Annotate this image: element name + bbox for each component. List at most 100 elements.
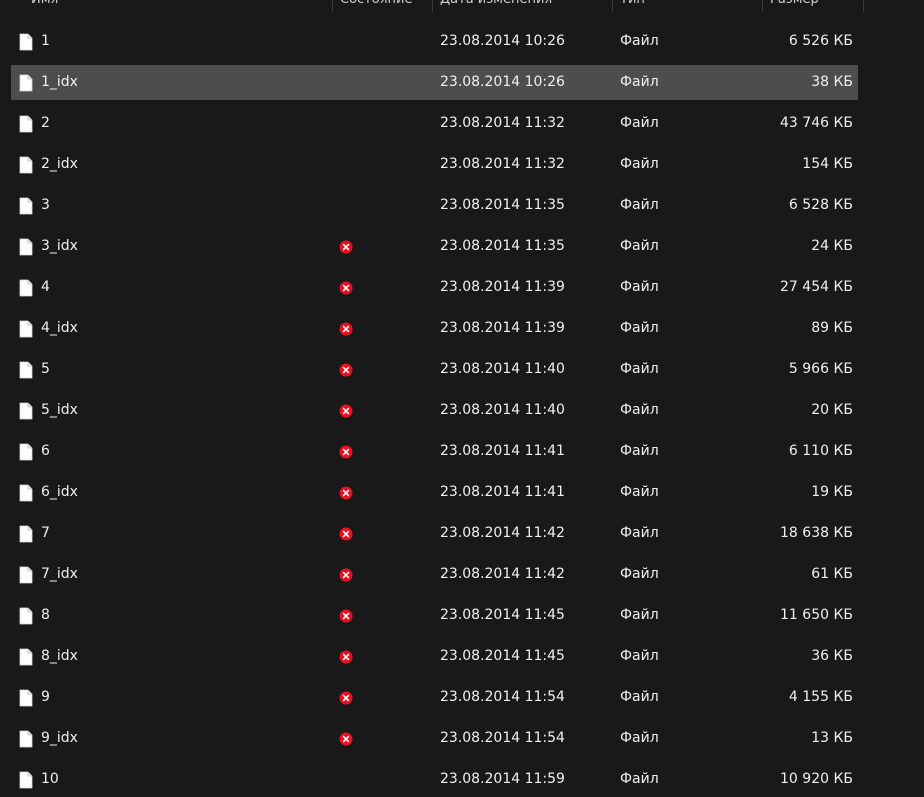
file-size: 61 КБ bbox=[811, 566, 853, 582]
file-name: 5 bbox=[41, 361, 50, 377]
file-size: 154 КБ bbox=[802, 156, 853, 172]
file-name: 7_idx bbox=[41, 566, 78, 582]
file-size: 43 746 КБ bbox=[780, 115, 853, 131]
file-type: Файл bbox=[620, 484, 659, 500]
file-name: 10 bbox=[41, 771, 59, 787]
file-size: 6 528 КБ bbox=[788, 197, 853, 213]
file-size: 11 650 КБ bbox=[780, 607, 853, 623]
file-name: 4 bbox=[41, 279, 50, 295]
file-date-modified: 23.08.2014 11:45 bbox=[440, 607, 565, 623]
file-name: 1 bbox=[41, 33, 50, 49]
file-date-modified: 23.08.2014 11:40 bbox=[440, 402, 565, 418]
file-explorer-window: Имя Состояние Дата изменения Тип Размер … bbox=[0, 0, 924, 797]
file-name: 3 bbox=[41, 197, 50, 213]
file-date-modified: 23.08.2014 11:32 bbox=[440, 156, 565, 172]
file-type: Файл bbox=[620, 607, 659, 623]
file-row[interactable]: 1 23.08.2014 10:26 Файл 6 526 КБ bbox=[11, 24, 858, 59]
file-size: 89 КБ bbox=[811, 320, 853, 336]
column-header-date[interactable]: Дата изменения bbox=[432, 0, 552, 12]
file-type: Файл bbox=[620, 361, 659, 377]
file-size: 4 155 КБ bbox=[788, 689, 853, 705]
file-size: 36 КБ bbox=[811, 648, 853, 664]
file-type: Файл bbox=[620, 771, 659, 787]
file-size: 6 110 КБ bbox=[788, 443, 853, 459]
file-name: 9_idx bbox=[41, 730, 78, 746]
file-name: 8 bbox=[41, 607, 50, 623]
file-date-modified: 23.08.2014 11:32 bbox=[440, 115, 565, 131]
file-name: 6 bbox=[41, 443, 50, 459]
file-date-modified: 23.08.2014 11:39 bbox=[440, 279, 565, 295]
file-date-modified: 23.08.2014 11:35 bbox=[440, 238, 565, 254]
file-row[interactable]: 2 23.08.2014 11:32 Файл 43 746 КБ bbox=[11, 106, 858, 141]
file-size: 5 966 КБ bbox=[788, 361, 853, 377]
file-type: Файл bbox=[620, 730, 659, 746]
file-type: Файл bbox=[620, 279, 659, 295]
file-row[interactable]: 6_idx 23.08.2014 11:41 Файл 19 КБ bbox=[11, 475, 858, 510]
file-name: 7 bbox=[41, 525, 50, 541]
file-date-modified: 23.08.2014 11:41 bbox=[440, 484, 565, 500]
column-header-type[interactable]: Тип bbox=[612, 0, 645, 12]
file-type: Файл bbox=[620, 402, 659, 418]
file-date-modified: 23.08.2014 11:45 bbox=[440, 648, 565, 664]
file-size: 18 638 КБ bbox=[780, 525, 853, 541]
file-size: 24 КБ bbox=[811, 238, 853, 254]
file-date-modified: 23.08.2014 11:54 bbox=[440, 730, 565, 746]
file-type: Файл bbox=[620, 238, 659, 254]
file-date-modified: 23.08.2014 11:41 bbox=[440, 443, 565, 459]
file-row[interactable]: 5_idx 23.08.2014 11:40 Файл 20 КБ bbox=[11, 393, 858, 428]
file-date-modified: 23.08.2014 11:59 bbox=[440, 771, 565, 787]
file-type: Файл bbox=[620, 197, 659, 213]
column-header-status[interactable]: Состояние bbox=[332, 0, 412, 12]
file-date-modified: 23.08.2014 10:26 bbox=[440, 33, 565, 49]
file-type: Файл bbox=[620, 33, 659, 49]
file-name: 2_idx bbox=[41, 156, 78, 172]
file-name: 8_idx bbox=[41, 648, 78, 664]
file-size: 27 454 КБ bbox=[780, 279, 853, 295]
file-row[interactable]: 3 23.08.2014 11:35 Файл 6 528 КБ bbox=[11, 188, 858, 223]
file-row[interactable]: 4 23.08.2014 11:39 Файл 27 454 КБ bbox=[11, 270, 858, 305]
column-header-size[interactable]: Размер bbox=[762, 0, 864, 12]
file-size: 20 КБ bbox=[811, 402, 853, 418]
column-header-name[interactable]: Имя bbox=[31, 0, 58, 12]
file-name: 9 bbox=[41, 689, 50, 705]
file-date-modified: 23.08.2014 11:35 bbox=[440, 197, 565, 213]
file-name: 1_idx bbox=[41, 74, 78, 90]
file-row[interactable]: 5 23.08.2014 11:40 Файл 5 966 КБ bbox=[11, 352, 858, 387]
file-size: 13 КБ bbox=[811, 730, 853, 746]
file-row[interactable]: 3_idx 23.08.2014 11:35 Файл 24 КБ bbox=[11, 229, 858, 264]
file-row[interactable]: 9_idx 23.08.2014 11:54 Файл 13 КБ bbox=[11, 721, 858, 756]
file-row[interactable]: 7_idx 23.08.2014 11:42 Файл 61 КБ bbox=[11, 557, 858, 592]
file-type: Файл bbox=[620, 443, 659, 459]
file-type: Файл bbox=[620, 320, 659, 336]
file-row[interactable]: 10 23.08.2014 11:59 Файл 10 920 КБ bbox=[11, 762, 858, 797]
file-size: 38 КБ bbox=[811, 74, 853, 90]
file-date-modified: 23.08.2014 11:54 bbox=[440, 689, 565, 705]
file-date-modified: 23.08.2014 11:39 bbox=[440, 320, 565, 336]
file-row[interactable]: 4_idx 23.08.2014 11:39 Файл 89 КБ bbox=[11, 311, 858, 346]
file-row[interactable]: 8 23.08.2014 11:45 Файл 11 650 КБ bbox=[11, 598, 858, 633]
file-size: 6 526 КБ bbox=[788, 33, 853, 49]
file-type: Файл bbox=[620, 115, 659, 131]
file-row[interactable]: 8_idx 23.08.2014 11:45 Файл 36 КБ bbox=[11, 639, 858, 674]
file-size: 10 920 КБ bbox=[780, 771, 853, 787]
file-type: Файл bbox=[620, 525, 659, 541]
file-type: Файл bbox=[620, 74, 659, 90]
file-row[interactable]: 6 23.08.2014 11:41 Файл 6 110 КБ bbox=[11, 434, 858, 469]
file-row[interactable]: 1_idx 23.08.2014 10:26 Файл 38 КБ bbox=[11, 65, 858, 100]
file-name: 2 bbox=[41, 115, 50, 131]
file-row[interactable]: 9 23.08.2014 11:54 Файл 4 155 КБ bbox=[11, 680, 858, 715]
file-type: Файл bbox=[620, 689, 659, 705]
file-type: Файл bbox=[620, 648, 659, 664]
file-type: Файл bbox=[620, 156, 659, 172]
file-name: 5_idx bbox=[41, 402, 78, 418]
file-row[interactable]: 7 23.08.2014 11:42 Файл 18 638 КБ bbox=[11, 516, 858, 551]
file-date-modified: 23.08.2014 11:42 bbox=[440, 525, 565, 541]
file-row[interactable]: 2_idx 23.08.2014 11:32 Файл 154 КБ bbox=[11, 147, 858, 182]
column-header-bar: Имя Состояние Дата изменения Тип Размер bbox=[0, 0, 924, 12]
file-name: 4_idx bbox=[41, 320, 78, 336]
file-date-modified: 23.08.2014 11:42 bbox=[440, 566, 565, 582]
file-name: 6_idx bbox=[41, 484, 78, 500]
file-type: Файл bbox=[620, 566, 659, 582]
file-date-modified: 23.08.2014 10:26 bbox=[440, 74, 565, 90]
file-date-modified: 23.08.2014 11:40 bbox=[440, 361, 565, 377]
